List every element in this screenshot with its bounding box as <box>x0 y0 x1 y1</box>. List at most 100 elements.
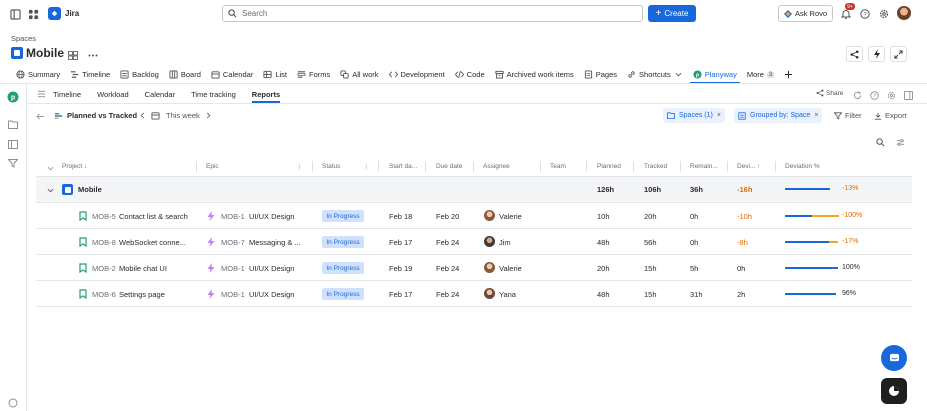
tab-code[interactable]: Code <box>450 66 490 83</box>
tab-pages[interactable]: Pages <box>579 66 622 83</box>
column-header-assignee[interactable]: Assignee <box>483 163 510 170</box>
chat-feedback-icon[interactable] <box>7 397 19 409</box>
column-separator[interactable] <box>727 161 728 172</box>
epic-name[interactable]: UI/UX Design <box>249 212 294 221</box>
status-badge[interactable]: In Progress <box>322 288 364 300</box>
filter-button[interactable]: Filter <box>834 111 862 120</box>
team-icon[interactable] <box>66 48 80 62</box>
table-row[interactable] <box>36 281 912 307</box>
column-separator[interactable] <box>473 161 474 172</box>
tab-development[interactable]: Development <box>384 66 450 83</box>
column-separator[interactable] <box>312 161 313 172</box>
tab-archived-work-items[interactable]: Archived work items <box>490 66 579 83</box>
search-icon[interactable] <box>873 135 887 149</box>
issue-summary[interactable]: WebSocket conne... <box>119 238 186 247</box>
epic-key[interactable]: MOB-1 <box>221 290 245 299</box>
search-input[interactable] <box>242 9 632 18</box>
column-header-planned[interactable]: Planned <box>597 163 621 170</box>
subtab-calendar[interactable]: Calendar <box>137 85 183 103</box>
column-header-team[interactable]: Team <box>550 163 566 170</box>
group-collapse-chevron-icon[interactable] <box>43 183 57 197</box>
create-button[interactable]: + Create <box>648 5 696 22</box>
side-panel-icon[interactable] <box>901 88 915 102</box>
app-switcher-icon[interactable] <box>26 7 40 21</box>
tab-calendar[interactable]: Calendar <box>206 66 258 83</box>
more-options-icon[interactable] <box>86 48 100 62</box>
settings-gear-icon[interactable] <box>877 7 891 21</box>
close-icon[interactable]: × <box>717 112 721 119</box>
issue-summary[interactable]: Mobile chat UI <box>119 264 167 273</box>
issue-summary[interactable]: Contact list & search <box>119 212 188 221</box>
spaces-filter-chip[interactable]: Spaces (1) × <box>663 108 725 123</box>
breadcrumb[interactable]: Spaces <box>11 34 36 43</box>
user-avatar[interactable] <box>897 6 911 20</box>
column-header-epic[interactable]: Epic <box>206 163 219 170</box>
subtab-timeline[interactable]: Timeline <box>45 85 89 103</box>
add-tab-button[interactable] <box>779 66 798 83</box>
column-separator[interactable] <box>425 161 426 172</box>
column-header-remaining[interactable]: Remain... <box>690 163 718 170</box>
column-menu-icon[interactable]: ⋮ <box>363 163 370 171</box>
tab-more[interactable]: More 3 <box>742 66 779 83</box>
period-selector[interactable]: This week <box>140 111 211 120</box>
column-settings-icon[interactable] <box>893 135 907 149</box>
tab-all-work[interactable]: All work <box>335 66 383 83</box>
status-badge[interactable]: In Progress <box>322 210 364 222</box>
tab-backlog[interactable]: Backlog <box>115 66 164 83</box>
issue-key[interactable]: MOB-5 <box>92 212 116 221</box>
chevron-left-icon[interactable] <box>140 112 145 119</box>
tab-summary[interactable]: Summary <box>11 66 65 83</box>
column-separator[interactable] <box>196 161 197 172</box>
epic-key[interactable]: MOB-1 <box>221 264 245 273</box>
column-header-deviation-percent[interactable]: Deviation % <box>785 163 820 170</box>
column-separator[interactable] <box>540 161 541 172</box>
sidebar-toggle-icon[interactable] <box>8 7 22 21</box>
collapse-all-chevron-icon[interactable] <box>43 161 57 175</box>
automation-lightning-icon[interactable] <box>868 46 885 62</box>
filter-funnel-icon[interactable] <box>7 157 19 169</box>
share-icon[interactable] <box>846 46 863 62</box>
table-row[interactable] <box>36 255 912 281</box>
epic-key[interactable]: MOB-1 <box>221 212 245 221</box>
tab-timeline[interactable]: Timeline <box>65 66 115 83</box>
column-separator[interactable] <box>378 161 379 172</box>
column-header-due-date[interactable]: Due date <box>436 163 462 170</box>
column-header-status[interactable]: Status <box>322 163 340 170</box>
epic-name[interactable]: Messaging & ... <box>249 238 301 247</box>
issue-summary[interactable]: Settings page <box>119 290 165 299</box>
column-separator[interactable] <box>680 161 681 172</box>
close-icon[interactable]: × <box>814 112 818 119</box>
share-button[interactable]: Share <box>816 89 843 97</box>
help-icon[interactable]: ? <box>858 7 872 21</box>
column-separator[interactable] <box>775 161 776 172</box>
chevron-right-icon[interactable] <box>206 112 211 119</box>
tab-board[interactable]: Board <box>164 66 206 83</box>
report-selector[interactable]: Planned vs Tracked <box>54 111 137 120</box>
settings-gear-icon[interactable] <box>884 88 898 102</box>
column-separator[interactable] <box>633 161 634 172</box>
export-button[interactable]: Export <box>874 111 907 120</box>
column-header-project[interactable]: Project ↓ <box>62 163 87 170</box>
epic-key[interactable]: MOB-7 <box>221 238 245 247</box>
status-badge[interactable]: In Progress <box>322 236 364 248</box>
chat-support-button[interactable] <box>881 345 907 371</box>
timer-widget-button[interactable] <box>881 378 907 404</box>
column-separator[interactable] <box>586 161 587 172</box>
jira-logo-icon[interactable] <box>48 7 61 20</box>
refresh-icon[interactable] <box>850 88 864 102</box>
column-menu-icon[interactable]: ⋮ <box>296 163 303 171</box>
tab-shortcuts[interactable]: Shortcuts <box>622 66 688 83</box>
fullscreen-expand-icon[interactable] <box>890 46 907 62</box>
back-arrow-icon[interactable] <box>33 109 47 123</box>
issue-key[interactable]: MOB-8 <box>92 238 116 247</box>
group-row[interactable] <box>36 177 912 202</box>
tab-list[interactable]: List <box>258 66 292 83</box>
epic-name[interactable]: UI/UX Design <box>249 264 294 273</box>
app-name[interactable]: Jira <box>65 9 79 18</box>
column-header-start-date[interactable]: Start da... <box>389 163 417 170</box>
ask-rovo-button[interactable]: Ask Rovo <box>778 5 833 22</box>
subtab-time-tracking[interactable]: Time tracking <box>183 85 244 103</box>
subtab-workload[interactable]: Workload <box>89 85 137 103</box>
column-header-deviation[interactable]: Devi... ↑ <box>737 163 760 170</box>
folder-icon[interactable] <box>7 118 19 130</box>
